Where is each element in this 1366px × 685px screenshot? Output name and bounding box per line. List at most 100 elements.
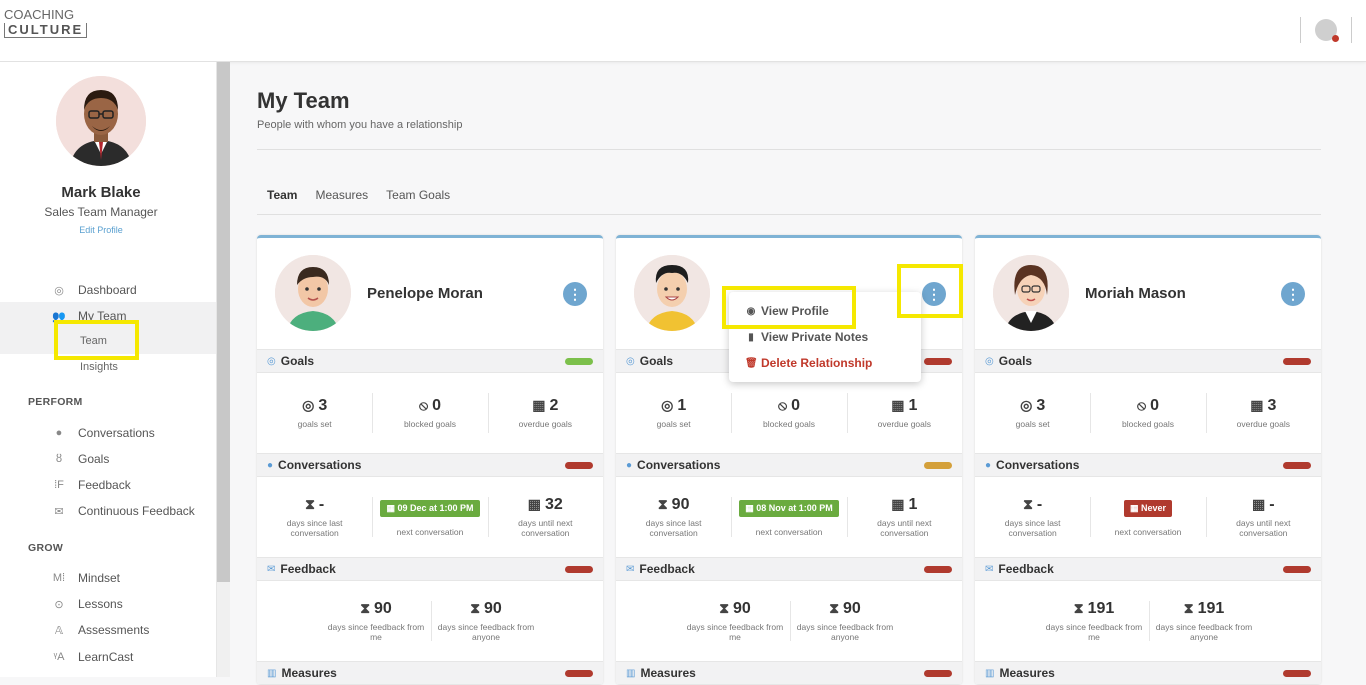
goals-stats: ◎ 1 goals set ⦸ 0 blocked goals ▦ 1 overdue go…	[616, 373, 962, 453]
feedback-section-header: ✉ Feedback	[257, 557, 603, 581]
notification-icon[interactable]	[1315, 19, 1339, 42]
sidebar-item-dashboard[interactable]: ◎ Dashboard	[0, 277, 216, 303]
stat-label: goals set	[656, 419, 691, 429]
sidebar-item-goals[interactable]: ȣ Goals	[0, 446, 216, 472]
stat-label: days until next conversation	[518, 518, 573, 538]
stat-blocked-goals: ⦸ 0 blocked goals	[1090, 373, 1205, 453]
conversation-stats: ⧗ 90 days since last conversation ▦ 08 Nov…	[616, 477, 962, 557]
goals-section-header: ◎ Goals	[257, 349, 603, 373]
tab-team-goals[interactable]: Team Goals	[386, 188, 450, 202]
feedback-stats: ⧗ 90 days since feedback from me ⧗ 90 days s…	[680, 581, 900, 661]
stat-label: days since feedback from anyone	[437, 622, 535, 642]
chat-icon: ●	[985, 459, 992, 471]
divider	[257, 214, 1321, 215]
stat-value: 1	[908, 496, 918, 513]
sidebar-item-label: LearnCast	[78, 650, 134, 664]
stat-label: blocked goals	[404, 419, 456, 429]
section-label: Measures	[640, 666, 696, 680]
tab-team[interactable]: Team	[267, 188, 297, 202]
sidebar-item-learncast[interactable]: ᵞA LearnCast	[0, 644, 216, 670]
goals-stats: ◎ 3 goals set ⦸ 0 blocked goals ▦ 2 overdue go…	[257, 373, 603, 453]
stat-overdue-goals: ▦ 2 overdue goals	[487, 373, 603, 453]
section-label: Measures	[999, 666, 1055, 680]
member-name[interactable]: Moriah Mason	[1085, 285, 1186, 302]
hourglass-icon: ⧗	[305, 496, 315, 512]
scrollbar-thumb[interactable]	[217, 62, 230, 582]
measures-status-indicator	[565, 670, 593, 677]
stat-next-conversation: ▦ 08 Nov at 1:00 PM next conversation	[731, 477, 846, 557]
tab-measures[interactable]: Measures	[315, 188, 368, 202]
view-private-notes-menu-item[interactable]: ▮ View Private Notes	[745, 330, 868, 344]
learncast-icon: ᵞA	[53, 651, 65, 663]
page-title: My Team	[257, 88, 350, 113]
stat-value: 3	[1036, 397, 1046, 414]
next-conversation-badge[interactable]: ▦ Never	[1123, 499, 1173, 517]
member-avatar[interactable]	[634, 255, 710, 331]
sidebar-item-lessons[interactable]: ⊙ Lessons	[0, 591, 216, 617]
stat-value: -	[1036, 496, 1043, 513]
conversations-section-header: ● Conversations	[616, 453, 962, 477]
edit-profile-link[interactable]: Edit Profile	[0, 225, 202, 235]
sidebar-item-assessments[interactable]: 𝔸 Assessments	[0, 617, 216, 643]
stat-goals-set: ◎ 3 goals set	[257, 373, 372, 453]
stat-label: next conversation	[1114, 526, 1182, 537]
stat-value: 90	[374, 600, 392, 617]
coaching-culture-logo[interactable]: COACHING CULTURE	[4, 8, 88, 48]
sidebar-subitem-insights[interactable]: Insights	[80, 361, 118, 373]
notes-icon: ▮	[748, 331, 754, 343]
conversations-status-indicator	[565, 462, 593, 469]
hourglass-icon: ⧗	[470, 600, 481, 616]
card-header: Moriah Mason ⋮	[975, 238, 1321, 348]
page-subtitle: People with whom you have a relationship	[257, 119, 463, 131]
sidebar-item-feedback[interactable]: ⁞F Feedback	[0, 472, 216, 498]
stat-blocked-goals: ⦸ 0 blocked goals	[372, 373, 487, 453]
sidebar-scrollbar[interactable]	[216, 62, 230, 677]
stat-days-until-conversation: ▦ 32 days until next conversation	[487, 477, 603, 557]
member-name[interactable]: Penelope Moran	[367, 285, 483, 302]
section-label: Conversations	[996, 458, 1080, 472]
stat-label: days since feedback from anyone	[1155, 622, 1253, 642]
stat-feedback-from-me: ⧗ 191 days since feedback from me	[1039, 581, 1149, 661]
assessments-icon: 𝔸	[54, 624, 64, 637]
conversation-stats: ⧗ - days since last conversation ▦ 09 Dec …	[257, 477, 603, 557]
envelope-icon: ✉	[985, 563, 994, 575]
stat-label: days since feedback from me	[686, 622, 784, 642]
calendar-icon: ▦	[532, 397, 546, 413]
badge-text: 08 Nov at 1:00 PM	[756, 502, 833, 513]
stat-label: blocked goals	[763, 419, 815, 429]
logo-line2: CULTURE	[4, 23, 88, 38]
envelope-icon: ✉	[54, 505, 64, 518]
blocked-icon: ⦸	[1136, 397, 1147, 413]
member-avatar[interactable]	[275, 255, 351, 331]
sidebar-item-mindset[interactable]: M⁞ Mindset	[0, 565, 216, 591]
stat-value: -	[318, 496, 325, 513]
sidebar-item-continuous-feedback[interactable]: ✉ Continuous Feedback	[0, 498, 216, 524]
conversations-status-indicator	[924, 462, 952, 469]
next-conversation-badge[interactable]: ▦ 09 Dec at 1:00 PM	[380, 499, 480, 517]
section-label: Measures	[281, 666, 337, 680]
feedback-icon: ⁞F	[54, 479, 64, 491]
calendar-icon: ▦	[1129, 502, 1141, 513]
team-member-card: Penelope Moran ⋮ ◎ Goals ◎ 3 goals set ⦸ 0 b…	[257, 235, 603, 685]
calendar-icon: ▦	[527, 496, 542, 512]
divider	[1351, 17, 1352, 43]
calendar-icon: ▦	[891, 496, 905, 512]
next-conversation-badge[interactable]: ▦ 08 Nov at 1:00 PM	[739, 499, 839, 517]
target-icon: ◎	[985, 355, 994, 367]
delete-relationship-menu-item[interactable]: 🗑 Delete Relationship	[745, 356, 872, 370]
section-label: Conversations	[278, 458, 362, 472]
stat-days-since-conversation: ⧗ 90 days since last conversation	[616, 477, 731, 557]
user-avatar[interactable]	[56, 76, 146, 166]
chat-icon: ●	[267, 459, 274, 471]
sidebar-item-label: Goals	[78, 452, 110, 466]
member-avatar[interactable]	[993, 255, 1069, 331]
stat-label: goals set	[297, 419, 332, 429]
calendar-icon: ▦	[386, 502, 398, 513]
calendar-icon: ▦	[745, 502, 757, 513]
card-options-button[interactable]: ⋮	[563, 282, 587, 306]
stat-days-since-conversation: ⧗ - days since last conversation	[975, 477, 1090, 557]
measures-section-header: ▥ Measures	[975, 661, 1321, 685]
stat-label: next conversation	[755, 526, 823, 537]
card-options-button[interactable]: ⋮	[1281, 282, 1305, 306]
sidebar-item-conversations[interactable]: ● Conversations	[0, 420, 216, 446]
